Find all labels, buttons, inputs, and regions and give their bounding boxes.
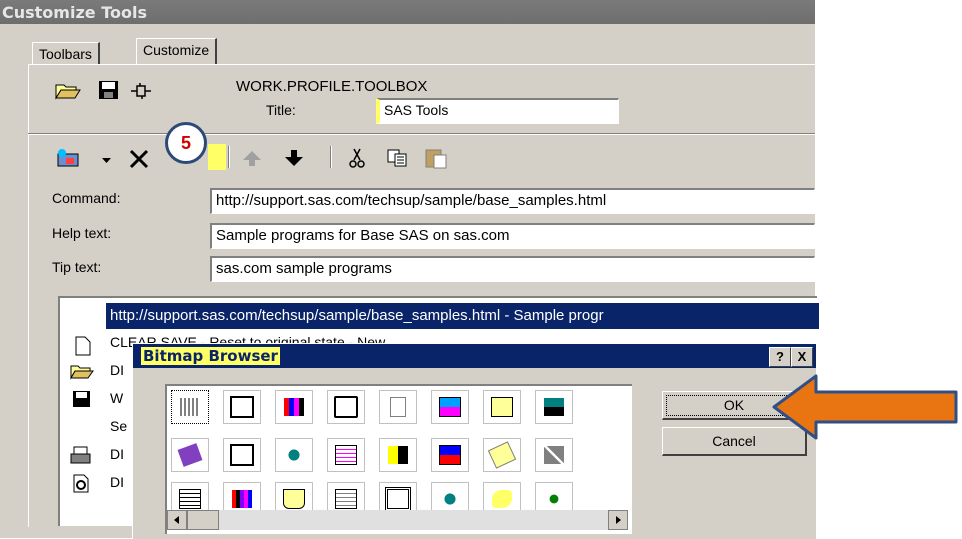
bitmap-cell[interactable] [483, 390, 521, 424]
cut-icon[interactable] [346, 147, 368, 169]
list-item[interactable]: DI [110, 362, 124, 378]
bitmap-cell[interactable] [379, 438, 417, 472]
tool-list-selected-row[interactable]: http://support.sas.com/techsup/sample/ba… [106, 303, 819, 329]
save-icon [73, 391, 90, 407]
toolbox-name: WORK.PROFILE.TOOLBOX [236, 78, 428, 95]
bitmap-cell[interactable] [275, 438, 313, 472]
title-label: Title: [266, 102, 296, 118]
open-folder-icon[interactable] [55, 80, 81, 100]
add-tool-icon[interactable] [54, 148, 82, 168]
open-folder-icon [70, 365, 94, 380]
new-document-icon [75, 336, 91, 356]
bitmap-cell[interactable] [327, 438, 365, 472]
list-item[interactable]: W [110, 390, 123, 406]
dialog-title: Bitmap Browser [141, 347, 280, 365]
highlight-marker [208, 144, 226, 170]
dialog-titlebar: Bitmap Browser ? X [133, 344, 816, 368]
bitmap-cell[interactable] [535, 390, 573, 424]
scroll-left-icon [174, 516, 179, 524]
bitmap-cell[interactable] [431, 438, 469, 472]
bitmap-cell[interactable] [171, 438, 209, 472]
bitmap-cell[interactable] [431, 390, 469, 424]
tip-text-label: Tip text: [52, 259, 102, 275]
bitmap-cell[interactable] [327, 390, 365, 424]
help-text-label: Help text: [52, 225, 112, 241]
toolbar-separator [330, 146, 332, 168]
copy-icon[interactable] [386, 148, 410, 168]
tab-toolbars[interactable]: Toolbars [32, 42, 100, 65]
toolbar-separator [228, 146, 230, 168]
bitmap-cell[interactable] [535, 438, 573, 472]
list-item[interactable]: DI [110, 446, 124, 462]
bitmap-cell[interactable] [171, 390, 209, 424]
move-down-icon[interactable] [282, 148, 306, 168]
window-title: Customize Tools [2, 3, 147, 22]
close-button[interactable]: X [791, 347, 813, 367]
tab-customize[interactable]: Customize [136, 38, 218, 65]
bitmap-cell[interactable] [223, 438, 261, 472]
horizontal-scrollbar[interactable] [167, 510, 628, 530]
window-titlebar: Customize Tools [0, 0, 815, 24]
print-icon [70, 446, 91, 464]
dropdown-arrow-icon[interactable] [100, 152, 114, 166]
plug-icon[interactable] [130, 82, 152, 100]
help-button[interactable]: ? [769, 347, 791, 367]
scroll-thumb[interactable] [187, 510, 219, 530]
bitmap-cell[interactable] [379, 390, 417, 424]
scroll-left-button[interactable] [167, 510, 187, 530]
step-number-badge: 5 [165, 122, 207, 164]
paste-icon[interactable] [424, 147, 450, 169]
pointer-arrow-icon [772, 374, 958, 440]
move-up-icon[interactable] [240, 148, 264, 168]
command-label: Command: [52, 190, 121, 206]
command-input[interactable]: http://support.sas.com/techsup/sample/ba… [210, 188, 815, 214]
print-preview-icon [73, 474, 89, 493]
bitmap-cell[interactable] [275, 390, 313, 424]
save-icon[interactable] [98, 80, 120, 100]
scroll-right-button[interactable] [608, 510, 628, 530]
title-input[interactable]: SAS Tools [376, 98, 619, 124]
divider [28, 133, 815, 135]
bitmap-cell[interactable] [483, 438, 521, 472]
tip-text-input[interactable]: sas.com sample programs [210, 256, 815, 282]
scroll-right-icon [616, 516, 621, 524]
list-item[interactable]: DI [110, 474, 124, 490]
delete-icon[interactable] [128, 148, 150, 170]
bitmap-cell[interactable] [223, 390, 261, 424]
list-item[interactable]: Se [110, 418, 127, 434]
help-text-input[interactable]: Sample programs for Base SAS on sas.com [210, 223, 815, 249]
